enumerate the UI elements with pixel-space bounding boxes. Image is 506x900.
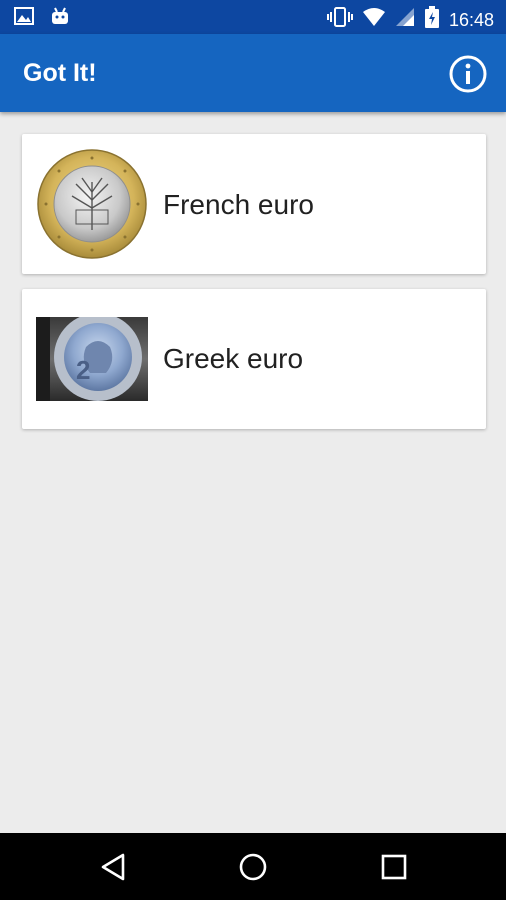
info-icon [449, 55, 487, 93]
home-icon [239, 853, 267, 881]
list-item-greek-euro[interactable]: 2 Greek euro [22, 289, 486, 429]
status-time: 16:48 [448, 9, 494, 30]
image-notification-icon [14, 7, 34, 30]
home-button[interactable] [237, 851, 269, 883]
info-button[interactable] [448, 54, 488, 94]
wifi-icon [362, 7, 385, 32]
status-bar: 16:48 [0, 0, 506, 34]
signal-icon [395, 7, 415, 32]
vibrate-icon [326, 7, 353, 32]
coin-label: French euro [163, 189, 314, 220]
android-notification-icon [50, 7, 70, 30]
back-button[interactable] [98, 851, 130, 883]
greek-euro-coin-image: 2 [36, 313, 148, 401]
navigation-bar [0, 833, 506, 900]
back-icon [101, 853, 125, 881]
recents-icon [381, 854, 407, 880]
coin-list: French euro 2 Greek euro [22, 134, 486, 444]
list-item-french-euro[interactable]: French euro [22, 134, 486, 274]
svg-text:2: 2 [76, 355, 90, 385]
app-bar: Got It! [0, 34, 506, 112]
coin-label: Greek euro [163, 343, 304, 374]
battery-icon [424, 6, 439, 33]
app-title: Got It! [23, 59, 97, 87]
recents-button[interactable] [378, 851, 410, 883]
french-euro-coin-image [36, 148, 148, 260]
